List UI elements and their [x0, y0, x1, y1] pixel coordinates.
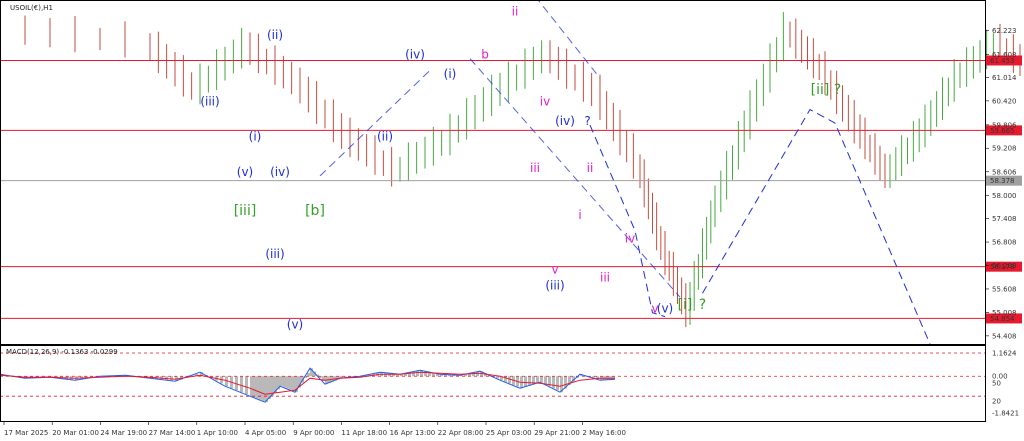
macd-y-tick-label: 20	[992, 398, 1001, 406]
x-tick-label: 25 Apr 03:00	[486, 429, 532, 437]
wave-label: (v)	[237, 165, 253, 179]
wave-label: iii	[600, 270, 610, 284]
x-tick-label: 20 Mar 01:00	[52, 429, 99, 437]
y-tick-label: 56.808	[992, 239, 1017, 247]
x-tick-label: 17 Mar 2025	[4, 429, 48, 437]
macd-histogram-bar	[552, 376, 555, 389]
wave-label: [i]	[678, 297, 693, 313]
macd-histogram-bar	[476, 372, 479, 377]
x-tick-label: 2 May 16:00	[582, 429, 626, 437]
y-tick-label: 57.408	[992, 215, 1017, 223]
wave-label: (v)	[657, 302, 673, 316]
macd-y-tick-label: 1.1624	[992, 350, 1017, 358]
wave-label: (iii)	[545, 278, 564, 292]
wave-label: ?	[834, 82, 841, 98]
macd-histogram-bar	[556, 376, 559, 391]
macd-histogram-bar	[307, 373, 310, 377]
wave-label: (iv)	[555, 114, 575, 128]
wave-label: iv	[540, 95, 550, 109]
y-tick-label: 59.806	[992, 121, 1017, 129]
wave-label: (ii)	[377, 130, 393, 144]
wave-label: (ii)	[267, 28, 283, 42]
macd-y-tick-label: -1.8421	[992, 410, 1019, 418]
y-tick-label: 55.008	[992, 309, 1017, 317]
macd-indicator-title: MACD(12,26,9) -0.1363 -0.0299	[6, 348, 118, 356]
macd-histogram-bar	[283, 376, 286, 388]
x-tick-label: 29 Apr 21:00	[534, 429, 580, 437]
y-tick-label: 58.000	[992, 192, 1017, 200]
wave-label: (i)	[249, 130, 262, 144]
macd-histogram-bar	[289, 376, 292, 390]
wave-label: iii	[530, 161, 540, 175]
wave-label: ii	[587, 161, 594, 175]
macd-histogram-bar	[240, 376, 243, 393]
macd-histogram-bar	[544, 376, 547, 385]
macd-histogram-bar	[524, 376, 527, 387]
y-tick-label: 60.420	[992, 97, 1017, 105]
wave-label: (iii)	[265, 247, 284, 261]
y-tick-label: 55.608	[992, 285, 1017, 293]
macd-histogram-bar	[256, 376, 259, 399]
y-tick-label: 61.014	[992, 74, 1017, 82]
wave-label: v	[551, 263, 558, 277]
chart-root: 61.453 59.665 58.378 56.178 54.854 (iii) (ii)…	[0, 0, 1024, 441]
wave-label: b	[481, 48, 489, 62]
wave-label: (iii)	[200, 95, 219, 109]
level-price-text: 58.378	[990, 177, 1015, 185]
wave-label: [ii]	[811, 82, 830, 98]
main-chart-title: USOIL(€),H1	[10, 4, 53, 12]
wave-label: i	[578, 208, 581, 222]
macd-histogram-bar	[540, 376, 543, 383]
chart-svg: 61.45359.66558.37856.17854.854 (iii)(ii)…	[0, 0, 1024, 441]
y-tick-label: 58.606	[992, 168, 1017, 176]
macd-histogram-bar	[250, 376, 253, 397]
wave-label: ?	[584, 114, 590, 128]
macd-histogram-bar	[286, 376, 289, 389]
wave-label: [b]	[305, 203, 325, 219]
y-tick-label: 56.208	[992, 262, 1017, 270]
y-tick-label: 59.208	[992, 145, 1017, 153]
x-tick-label: 1 Apr 10:00	[197, 429, 238, 437]
x-tick-label: 4 Apr 05:00	[245, 429, 286, 437]
x-tick-label: 16 Apr 13:00	[390, 429, 436, 437]
y-tick-label: 61.608	[992, 51, 1017, 59]
macd-histogram-bar	[416, 371, 419, 377]
macd-histogram-bar	[280, 376, 283, 387]
x-tick-label: 22 Apr 08:00	[438, 429, 484, 437]
wave-label: ?	[699, 297, 706, 313]
macd-histogram-bar	[528, 376, 531, 386]
wave-label: (iv)	[270, 165, 290, 179]
macd-histogram-bar	[262, 376, 265, 401]
x-tick-label: 27 Mar 14:00	[149, 429, 196, 437]
x-tick-label: 9 Apr 00:00	[293, 429, 334, 437]
wave-label: [iii]	[234, 203, 257, 219]
wave-label: (i)	[444, 67, 457, 81]
macd-histogram-bar	[292, 376, 295, 391]
macd-y-tick-label: 50	[992, 380, 1001, 388]
wave-label: (v)	[287, 317, 303, 331]
macd-histogram-bar	[253, 376, 256, 398]
wave-label: ii	[512, 5, 519, 19]
x-tick-label: 24 Mar 19:00	[100, 429, 147, 437]
macd-histogram-bar	[245, 376, 248, 395]
macd-histogram-bar	[265, 376, 268, 403]
x-tick-label: 11 Apr 18:00	[341, 429, 387, 437]
wave-label: (iv)	[405, 48, 425, 62]
y-tick-label: 54.408	[992, 332, 1017, 340]
chart-background	[0, 0, 1024, 441]
y-tick-label: 62.223	[992, 27, 1017, 35]
wave-label: iv	[625, 231, 635, 245]
